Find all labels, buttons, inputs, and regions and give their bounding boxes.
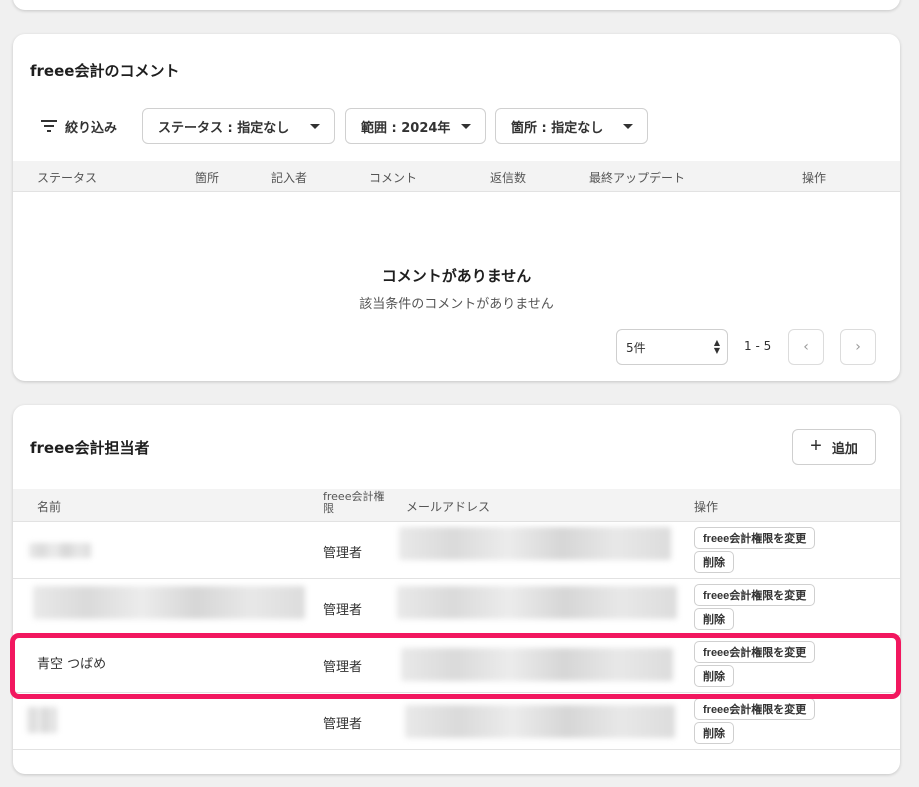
status-filter-label: ステータス : 指定なし (158, 120, 290, 136)
pagination-range: 1 - 5 (744, 339, 772, 353)
col-comment: コメント (369, 171, 418, 185)
plus-icon: + (810, 435, 822, 457)
col-replies: 返信数 (490, 171, 527, 185)
members-title: freee会計担当者 (30, 439, 150, 457)
add-label: 追加 (831, 440, 858, 456)
redacted-email (405, 705, 675, 738)
col-actions: 操作 (802, 171, 827, 185)
chevron-right-icon: › (855, 339, 861, 355)
member-row: 管理者 freee会計権限を変更 削除 (13, 522, 900, 579)
member-row: 管理者 freee会計権限を変更 削除 (13, 693, 900, 750)
caret-down-icon (310, 123, 320, 129)
member-row: 青空 つばめ 管理者 freee会計権限を変更 削除 (13, 636, 900, 693)
next-page-button[interactable]: › (840, 329, 876, 365)
col-email: メールアドレス (406, 500, 491, 514)
member-row: 管理者 freee会計権限を変更 削除 (13, 579, 900, 636)
redacted-email (401, 648, 673, 681)
delete-member-button[interactable]: 削除 (694, 665, 734, 687)
per-page-value: 5件 (626, 340, 646, 355)
filter-icon (41, 120, 57, 132)
col-name: 名前 (37, 500, 62, 514)
col-last-update: 最終アップデート (589, 171, 686, 185)
prev-page-button[interactable]: ‹ (788, 329, 824, 365)
member-role: 管理者 (323, 660, 363, 675)
change-permission-button[interactable]: freee会計権限を変更 (694, 527, 816, 549)
change-permission-button[interactable]: freee会計権限を変更 (694, 584, 816, 606)
members-table-header: 名前 freee会計権限 メールアドレス 操作 (13, 489, 900, 522)
col-member-actions: 操作 (694, 500, 719, 514)
range-filter-label: 範囲 : 2024年 (361, 120, 451, 136)
previous-section-card (13, 0, 900, 10)
col-location: 箇所 (195, 171, 220, 185)
member-name: 青空 つばめ (37, 657, 107, 672)
status-filter-dropdown[interactable]: ステータス : 指定なし (142, 108, 335, 144)
select-arrows-icon: ▲ ▼ (713, 338, 720, 355)
redacted-name (29, 543, 91, 558)
member-role: 管理者 (323, 717, 363, 732)
redacted-email (399, 527, 671, 560)
col-status: ステータス (37, 171, 98, 185)
location-filter-dropdown[interactable]: 箇所 : 指定なし (495, 108, 648, 144)
col-permission: freee会計権限 (323, 490, 385, 515)
change-permission-button[interactable]: freee会計権限を変更 (694, 641, 816, 663)
filter-label: 絞り込み (65, 119, 118, 135)
comments-card: freee会計のコメント 絞り込み ステータス : 指定なし 範囲 : 2024… (13, 34, 900, 381)
caret-down-icon (623, 123, 633, 129)
empty-state-title: コメントがありません (381, 267, 532, 285)
per-page-select[interactable]: 5件 ▲ ▼ (616, 329, 728, 365)
comments-title: freee会計のコメント (30, 62, 180, 80)
redacted-name (27, 707, 57, 733)
location-filter-label: 箇所 : 指定なし (511, 120, 604, 136)
redacted-email (397, 586, 677, 619)
comments-table-header: ステータス 箇所 記入者 コメント 返信数 最終アップデート 操作 (13, 161, 900, 192)
col-author: 記入者 (271, 171, 308, 185)
change-permission-button[interactable]: freee会計権限を変更 (694, 698, 816, 720)
add-member-button[interactable]: + 追加 (792, 429, 876, 465)
filter-button[interactable]: 絞り込み (35, 108, 123, 144)
redacted-name (33, 586, 305, 619)
empty-state-subtitle: 該当条件のコメントがありません (359, 297, 554, 312)
delete-member-button[interactable]: 削除 (694, 722, 734, 744)
range-filter-dropdown[interactable]: 範囲 : 2024年 (345, 108, 486, 144)
delete-member-button[interactable]: 削除 (694, 608, 734, 630)
caret-down-icon (461, 123, 471, 129)
member-role: 管理者 (323, 546, 363, 561)
members-card: freee会計担当者 + 追加 名前 freee会計権限 メールアドレス 操作 … (13, 405, 900, 774)
delete-member-button[interactable]: 削除 (694, 551, 734, 573)
chevron-left-icon: ‹ (803, 339, 809, 355)
member-role: 管理者 (323, 603, 363, 618)
